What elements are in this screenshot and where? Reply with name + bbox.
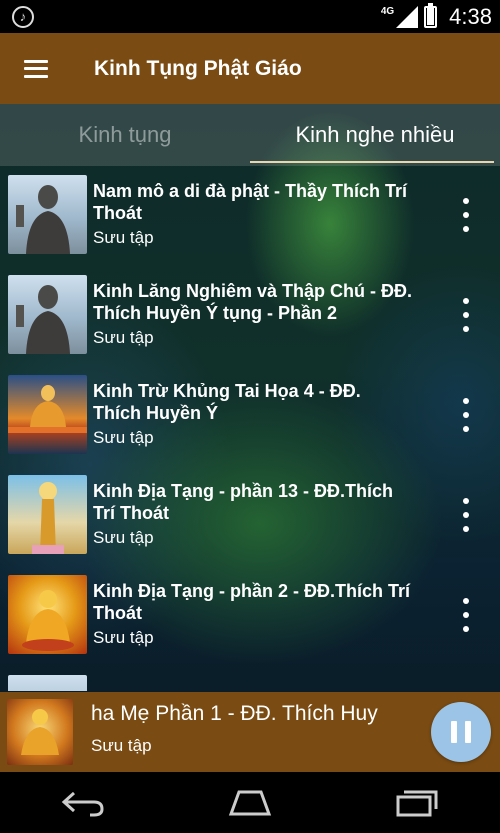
home-button[interactable]	[210, 778, 290, 828]
app-toolbar: Kinh Tụng Phật Giáo	[0, 33, 500, 104]
hamburger-icon	[24, 59, 48, 78]
music-notification-icon: ♪	[12, 5, 34, 28]
track-subtitle: Sưu tập	[93, 528, 154, 547]
buddha-statue-thumbnail	[8, 275, 87, 354]
track-title: Kinh Địa Tạng - phần 13 - ĐĐ.Thích Trí T…	[93, 481, 394, 523]
back-icon	[62, 791, 104, 816]
buddha-statue-thumbnail	[8, 175, 87, 254]
track-subtitle: Sưu tập	[93, 328, 154, 347]
golden-buddha-thumbnail	[8, 575, 87, 654]
track-subtitle: Sưu tập	[93, 428, 154, 447]
track-list: Nam mô a di đà phật - Thầy Thích Trí Tho…	[0, 166, 500, 691]
tab-kinh-tung[interactable]: Kinh tụng	[0, 104, 250, 166]
list-item[interactable]: Kinh Địa Tạng - phần 2 - ĐĐ.Thích Trí Th…	[0, 566, 500, 666]
now-playing-subtitle: Sưu tập	[91, 736, 152, 755]
recents-icon	[396, 790, 438, 816]
status-bar: ♪ 4G 4:38	[0, 0, 500, 33]
buddha-statue-thumbnail	[8, 675, 87, 691]
track-subtitle: Sưu tập	[93, 628, 154, 647]
recents-button[interactable]	[377, 778, 457, 828]
status-time: 4:38	[449, 3, 492, 29]
track-subtitle: Sưu tập	[93, 228, 154, 247]
system-nav-bar	[0, 772, 500, 833]
signal-icon	[396, 5, 419, 28]
track-title: Kinh Trừ Khủng Tai Họa 4 - ĐĐ. Thích Huy…	[93, 381, 361, 423]
more-options-icon[interactable]	[452, 598, 480, 632]
now-playing-bar[interactable]: ha Mẹ Phần 1 - ĐĐ. Thích Huy Sưu tập	[0, 692, 500, 772]
now-playing-thumbnail	[7, 699, 73, 765]
tab-kinh-nghe-nhieu[interactable]: Kinh nghe nhiều	[250, 104, 500, 166]
more-options-icon[interactable]	[452, 298, 480, 332]
pause-button[interactable]	[431, 702, 491, 762]
tab-bar: Kinh tụng Kinh nghe nhiều	[0, 104, 500, 166]
menu-button[interactable]	[0, 33, 72, 104]
more-options-icon[interactable]	[452, 198, 480, 232]
list-item[interactable]: Kinh Địa Tạng - phần 13 - ĐĐ.Thích Trí T…	[0, 466, 500, 566]
list-item[interactable]: Nam mô a di đà phật - Thầy Thích Trí Tho…	[0, 166, 500, 266]
back-button[interactable]	[43, 778, 123, 828]
list-item[interactable]: Kinh Trừ Khủng Tai Họa 4 - ĐĐ. Thích Huy…	[0, 366, 500, 466]
pause-icon	[451, 721, 457, 743]
track-title: Kinh Địa Tạng - phần 2 - ĐĐ.Thích Trí Th…	[93, 581, 411, 623]
bodhisattva-thumbnail	[8, 475, 87, 554]
buddha-sunset-thumbnail	[8, 375, 87, 454]
list-item[interactable]	[0, 666, 500, 691]
now-playing-title: ha Mẹ Phần 1 - ĐĐ. Thích Huy	[91, 702, 378, 725]
network-type: 4G	[380, 5, 395, 17]
battery-icon	[424, 2, 438, 28]
track-title: Kinh Lăng Nghiêm và Thập Chú - ĐĐ. Thích…	[93, 281, 412, 323]
list-item[interactable]: Kinh Lăng Nghiêm và Thập Chú - ĐĐ. Thích…	[0, 266, 500, 366]
track-title: Nam mô a di đà phật - Thầy Thích Trí Tho…	[93, 181, 408, 223]
app-title: Kinh Tụng Phật Giáo	[94, 56, 302, 80]
home-icon	[228, 790, 272, 815]
more-options-icon[interactable]	[452, 498, 480, 532]
more-options-icon[interactable]	[452, 398, 480, 432]
